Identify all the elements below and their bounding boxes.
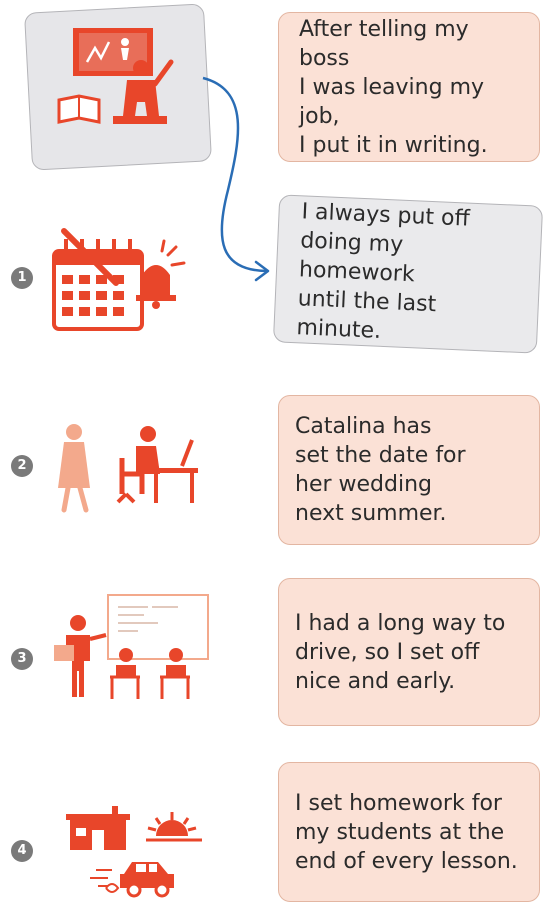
house-sunset-car-icon xyxy=(66,806,202,898)
sentence-text: Catalina has set the date for her weddin… xyxy=(295,414,466,526)
sentence-card-4: I set homework for my students at the en… xyxy=(278,762,540,902)
sentence-text: I had a long way to drive, so I set off … xyxy=(295,610,506,694)
sentence-text: I set homework for my students at the en… xyxy=(295,790,518,874)
sentence-card-example: After telling my boss I was leaving my j… xyxy=(278,12,540,162)
bride-desk-icon xyxy=(58,424,198,513)
number-badge-2: 2 xyxy=(11,455,33,477)
number-badge-1: 1 xyxy=(11,267,33,289)
sentence-card-3: I had a long way to drive, so I set off … xyxy=(278,578,540,726)
classroom-icon xyxy=(54,594,209,699)
sentence-text: I always put off doing my homework until… xyxy=(296,198,471,344)
sentence-card-2: Catalina has set the date for her weddin… xyxy=(278,395,540,545)
sentence-text: After telling my boss I was leaving my j… xyxy=(299,16,488,158)
number-badge-4: 4 xyxy=(11,840,33,862)
number-badge-3: 3 xyxy=(11,648,33,670)
sentence-card-1: I always put off doing my homework until… xyxy=(272,194,544,354)
calendar-bell-icon xyxy=(52,228,186,331)
